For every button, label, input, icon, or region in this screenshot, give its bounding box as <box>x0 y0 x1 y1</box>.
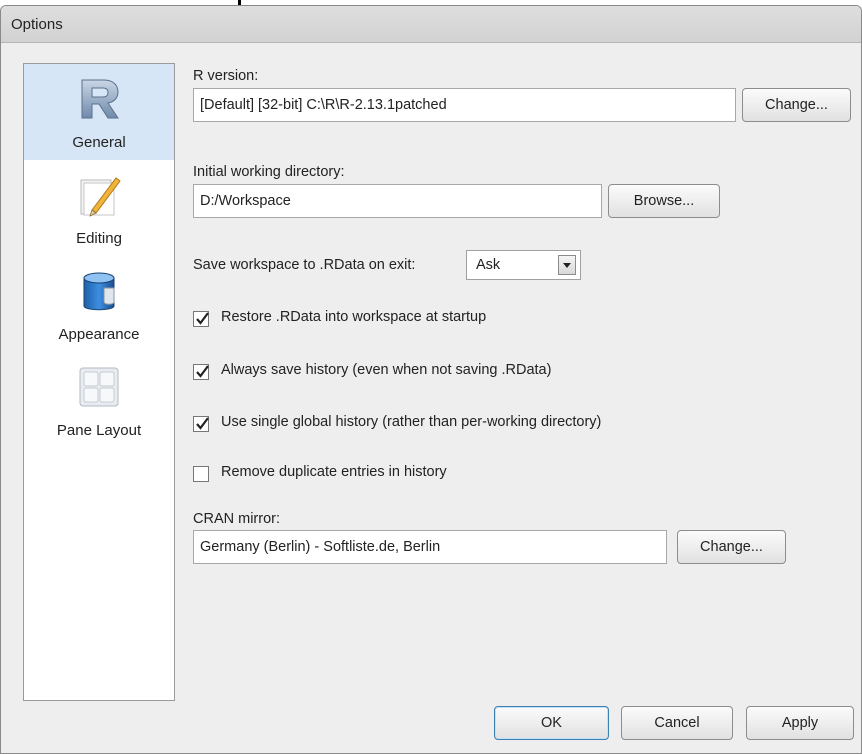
window-title: Options <box>11 16 63 33</box>
working-directory-label: Initial working directory: <box>193 164 345 180</box>
checkbox-label: Restore .RData into workspace at startup <box>221 309 487 325</box>
checkbox-label: Remove duplicate entries in history <box>221 464 447 480</box>
cran-mirror-change-button[interactable]: Change... <box>677 530 786 564</box>
checkbox-label: Always save history (even when not savin… <box>221 362 552 378</box>
save-workspace-value: Ask <box>476 257 501 273</box>
title-bar[interactable]: Options <box>1 6 861 43</box>
sidebar-item-pane-layout[interactable]: Pane Layout <box>24 352 174 448</box>
browse-button[interactable]: Browse... <box>608 184 720 218</box>
pane-grid-icon <box>79 367 119 407</box>
sidebar-item-label: Appearance <box>58 326 140 343</box>
checkmark-icon <box>196 417 209 430</box>
checkmark-icon <box>196 312 209 325</box>
remove-duplicates-checkbox[interactable] <box>193 466 209 482</box>
options-sidebar: General Editing Appearance Pane Layout <box>23 63 175 701</box>
sidebar-item-editing[interactable]: Editing <box>24 160 174 256</box>
save-workspace-label: Save workspace to .RData on exit: <box>193 257 416 273</box>
single-global-history-checkbox[interactable] <box>193 416 209 432</box>
apply-button[interactable]: Apply <box>746 706 854 740</box>
ok-button[interactable]: OK <box>494 706 609 740</box>
r-version-field[interactable] <box>193 88 736 122</box>
options-dialog: Options General Editing Appearance Pane … <box>0 5 862 754</box>
sidebar-item-general[interactable]: General <box>24 64 174 160</box>
cran-mirror-field[interactable] <box>193 530 667 564</box>
sidebar-item-appearance[interactable]: Appearance <box>24 256 174 352</box>
restore-rdata-checkbox[interactable] <box>193 311 209 327</box>
pencil-icon <box>80 177 121 217</box>
r-version-change-button[interactable]: Change... <box>742 88 851 122</box>
cran-mirror-label: CRAN mirror: <box>193 511 280 527</box>
sidebar-item-label: General <box>72 134 126 151</box>
sidebar-item-label: Editing <box>76 230 122 247</box>
save-workspace-select[interactable]: Ask <box>466 250 581 280</box>
dropdown-arrow-icon[interactable] <box>558 255 576 275</box>
cancel-button[interactable]: Cancel <box>621 706 733 740</box>
paint-bucket-icon <box>83 272 115 311</box>
checkbox-label: Use single global history (rather than p… <box>221 414 602 430</box>
r-version-label: R version: <box>193 68 259 84</box>
r-logo-icon <box>81 79 119 119</box>
always-save-history-checkbox[interactable] <box>193 364 209 380</box>
working-directory-field[interactable] <box>193 184 602 218</box>
checkmark-icon <box>196 365 209 378</box>
sidebar-item-label: Pane Layout <box>56 422 142 439</box>
